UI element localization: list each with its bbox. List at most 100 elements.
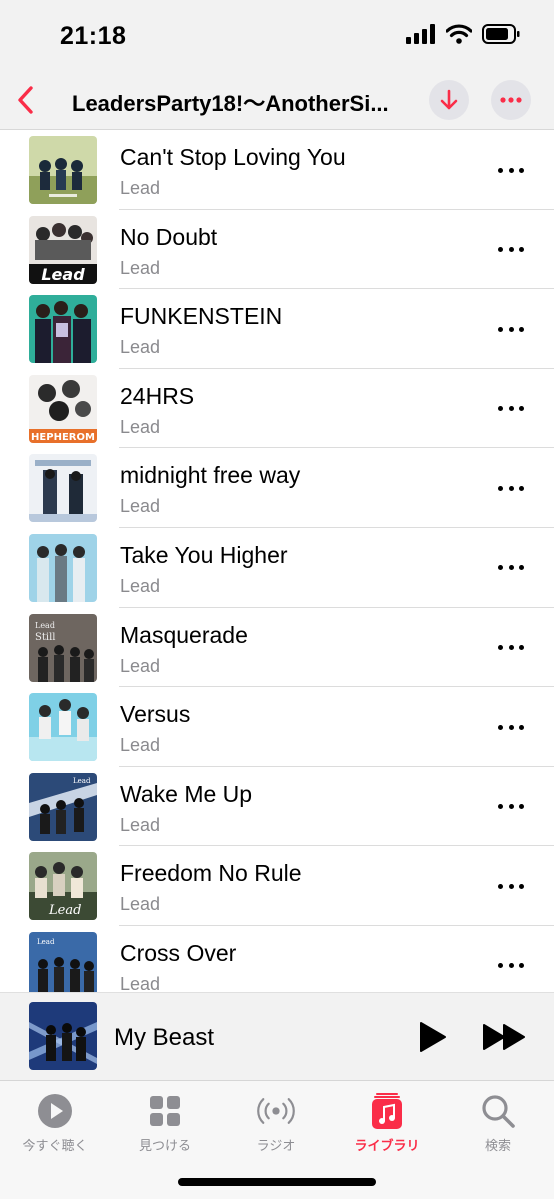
play-circle-icon [35,1091,75,1131]
ellipsis-icon [500,97,522,103]
library-icon [367,1091,407,1131]
song-more-button[interactable] [498,954,524,978]
song-row[interactable]: midnight free way Lead [0,448,554,528]
wifi-icon [446,24,472,44]
nav-bar: LeadersParty18!〜AnotherSi... [0,72,554,130]
song-artist: Lead [120,257,161,278]
tab-label: ラジオ [256,1138,296,1153]
song-more-button[interactable] [498,715,524,739]
svg-text:Still: Still [35,632,55,643]
song-more-button[interactable] [498,397,524,421]
back-button[interactable] [10,80,40,120]
song-more-button[interactable] [498,158,524,182]
tab-search[interactable]: 検索 [443,1091,553,1154]
svg-text:Lead: Lead [41,265,85,284]
song-artist: Lead [120,973,161,992]
mini-player[interactable]: My Beast [0,992,554,1080]
tab-label: 検索 [484,1138,511,1153]
battery-icon [482,24,520,44]
arrow-down-icon [440,89,458,110]
song-row[interactable]: Lead Wake Me Up Lead [0,767,554,847]
song-more-button[interactable] [498,317,524,341]
status-time: 21:18 [60,22,127,50]
song-artist: Lead [120,735,161,756]
tab-library[interactable]: ライブラリ [332,1091,442,1154]
album-art [29,533,97,602]
song-row[interactable]: Can't Stop Loving You Lead [0,130,554,210]
song-row[interactable]: Lead Freedom No Rule Lead [0,846,554,926]
album-art [29,454,97,523]
song-more-button[interactable] [498,636,524,660]
tab-label: 今すぐ聴く [22,1138,88,1153]
svg-text:Lead: Lead [37,938,55,946]
song-more-button[interactable] [498,476,524,500]
tab-browse[interactable]: 見つける [110,1091,220,1154]
album-art [29,136,97,204]
song-artist: Lead [120,337,161,358]
grid-icon [145,1091,185,1131]
song-row[interactable]: Lead No Doubt Lead [0,210,554,290]
song-artist: Lead [120,894,161,915]
tab-listen-now[interactable]: 今すぐ聴く [0,1091,110,1154]
song-row[interactable]: Lead Still Masquerade Lead [0,608,554,688]
song-title: Versus [120,701,191,728]
album-art: Lead [29,772,97,841]
svg-text:Lead: Lead [35,621,55,630]
song-row[interactable]: Lead Cross Over Lead [0,926,554,992]
play-icon [420,1022,446,1052]
song-row[interactable]: HEPHEROM 24HRS Lead [0,369,554,449]
fast-forward-icon [483,1024,525,1050]
tab-label: ライブラリ [354,1138,420,1153]
svg-text:Lead: Lead [48,903,81,918]
status-icons [406,24,520,44]
more-options-button[interactable] [491,80,531,120]
search-icon [478,1091,518,1131]
song-artist: Lead [120,178,161,198]
song-artist: Lead [120,814,161,835]
song-title: 24HRS [120,382,195,409]
status-bar: 21:18 [0,0,554,72]
playlist-title: LeadersParty18!〜AnotherSi... [72,91,389,116]
svg-text:HEPHEROM: HEPHEROM [31,432,95,443]
song-title: Take You Higher [120,541,288,568]
song-more-button[interactable] [498,795,524,819]
album-art: HEPHEROM [29,374,97,443]
album-art: Lead Still [29,613,97,682]
song-artist: Lead [120,496,161,517]
song-title: midnight free way [120,462,301,489]
song-title: Masquerade [120,621,248,648]
song-title: Wake Me Up [120,780,253,807]
tab-radio[interactable]: ラジオ [221,1091,331,1154]
album-art [29,693,97,762]
song-artist: Lead [120,655,161,676]
song-artist: Lead [120,416,161,437]
album-art: Lead [29,852,97,921]
play-button[interactable] [418,1021,448,1053]
song-title: FUNKENSTEIN [120,303,283,330]
song-title: No Doubt [120,223,218,250]
album-art: Lead [29,931,97,992]
song-more-button[interactable] [498,556,524,580]
song-more-button[interactable] [498,238,524,262]
album-art: Lead [29,215,97,284]
home-indicator[interactable] [178,1178,376,1186]
song-title: Can't Stop Loving You [120,144,346,170]
now-playing-title: My Beast [114,1024,215,1051]
now-playing-album-art [29,1002,97,1070]
song-artist: Lead [120,575,161,596]
signal-icon [406,24,435,44]
download-button[interactable] [429,80,469,120]
song-title: Freedom No Rule [120,860,302,887]
song-title: Cross Over [120,939,237,966]
fast-forward-button[interactable] [482,1023,528,1051]
chevron-left-icon [18,86,33,114]
song-row[interactable]: Versus Lead [0,687,554,767]
song-list[interactable]: Can't Stop Loving You Lead Lead No Doubt… [0,130,554,992]
album-art [29,295,97,364]
radio-icon [256,1091,296,1131]
song-row[interactable]: Take You Higher Lead [0,528,554,608]
song-more-button[interactable] [498,874,524,898]
svg-text:Lead: Lead [73,777,91,785]
song-row[interactable]: FUNKENSTEIN Lead [0,289,554,369]
tab-label: 見つける [138,1138,191,1153]
